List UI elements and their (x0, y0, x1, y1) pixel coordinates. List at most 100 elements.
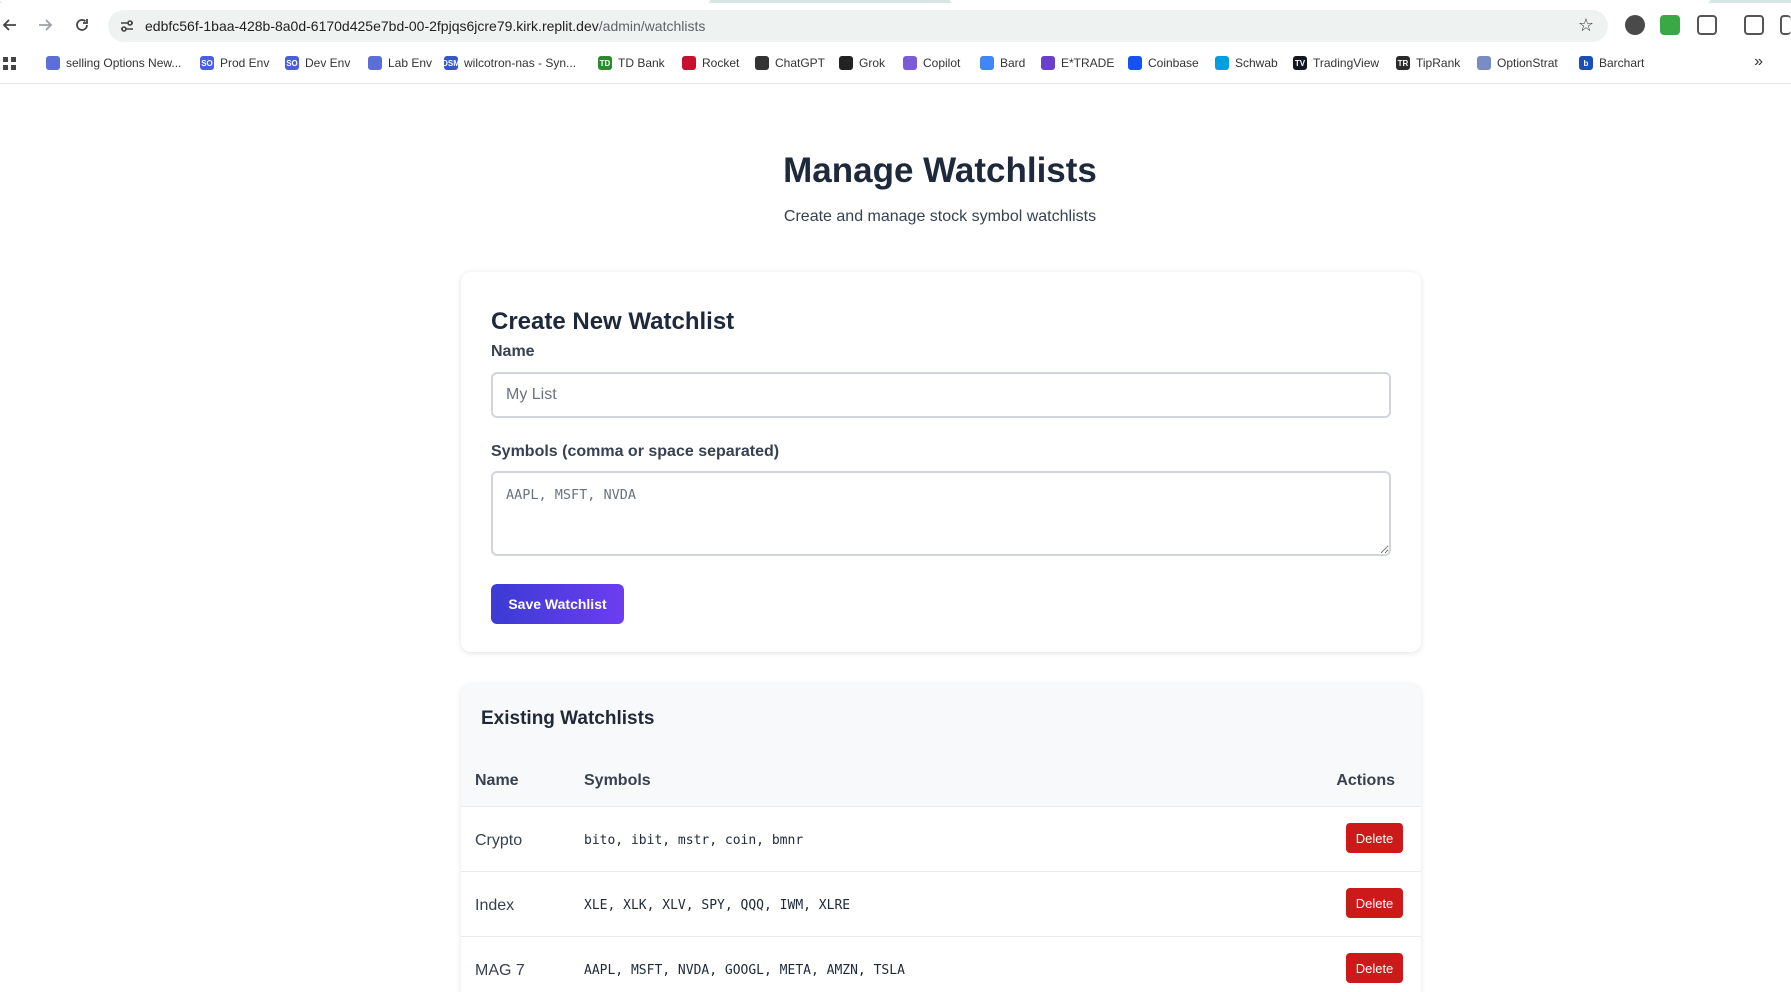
watchlist-symbols-cell: AAPL, MSFT, NVDA, GOOGL, META, AMZN, TSL… (584, 963, 905, 978)
bookmark-item[interactable]: Lab Env (368, 54, 432, 72)
bookmark-favicon-icon (980, 56, 994, 70)
page-title: Manage Watchlists (783, 151, 1097, 190)
bookmark-item[interactable]: selling Options New... (46, 54, 181, 72)
bookmark-item[interactable]: Bard (980, 54, 1025, 72)
bookmark-favicon-icon (682, 56, 696, 70)
table-row: Index XLE, XLK, XLV, SPY, QQQ, IWM, XLRE… (461, 871, 1421, 936)
address-bar[interactable]: edbfc56f-1baa-428b-8a0d-6170d425e7bd-00-… (108, 10, 1608, 42)
extensions-puzzle-icon[interactable] (1697, 15, 1717, 35)
bookmark-label: ChatGPT (775, 56, 826, 70)
bookmark-favicon-icon: SO (200, 56, 214, 70)
bookmark-favicon-icon: DSM (442, 56, 460, 70)
bookmark-label: TradingView (1313, 56, 1380, 70)
name-label: Name (491, 343, 535, 360)
browser-chrome: edbfc56f-1baa-428b-8a0d-6170d425e7bd-00-… (0, 0, 1791, 84)
reload-icon (76, 19, 88, 31)
bookmarks-bar: selling Options New... SO Prod Env SO Dev En… (0, 50, 1791, 76)
create-heading: Create New Watchlist (491, 308, 735, 335)
bookmark-favicon-icon: SO (285, 56, 299, 70)
extension-icon[interactable] (1660, 15, 1680, 35)
bookmark-favicon-icon: TR (1396, 56, 1410, 70)
bookmark-item[interactable]: SO Dev Env (285, 54, 350, 72)
bookmark-favicon-icon (839, 56, 853, 70)
bookmark-favicon-icon: TD (598, 56, 612, 70)
bookmark-item[interactable]: TD TD Bank (598, 54, 665, 72)
forward-arrow-icon (39, 19, 53, 31)
bookmark-label: Schwab (1235, 56, 1278, 70)
delete-button[interactable]: Delete (1346, 888, 1403, 918)
symbols-textarea[interactable] (491, 471, 1391, 556)
url-path: /admin/watchlists (598, 18, 706, 34)
bookmark-item[interactable]: Schwab (1215, 54, 1278, 72)
bookmark-item[interactable]: TR TipRank (1396, 54, 1460, 72)
bookmark-label: Barchart (1599, 56, 1645, 70)
bookmark-label: Dev Env (305, 56, 351, 70)
bookmark-item[interactable]: Rocket (682, 54, 739, 72)
existing-watchlists-card: Existing Watchlists Name Symbols Actions… (461, 684, 1421, 992)
watchlist-name-input[interactable] (491, 372, 1391, 418)
bookmark-item[interactable]: E*TRADE (1041, 54, 1114, 72)
bookmark-item[interactable]: Grok (839, 54, 885, 72)
site-settings-icon[interactable] (118, 17, 136, 35)
extension-icon[interactable] (1625, 15, 1645, 35)
bookmark-item[interactable]: SO Prod Env (200, 54, 269, 72)
tab-hint (0, 0, 710, 3)
bookmark-label: Bard (1000, 56, 1026, 70)
bookmark-label: Grok (859, 56, 886, 70)
bookmark-favicon-icon (1477, 56, 1491, 70)
back-arrow-icon (2, 19, 16, 31)
apps-grid-icon[interactable] (3, 57, 16, 70)
save-watchlist-button[interactable]: Save Watchlist (491, 584, 624, 624)
watchlist-name-cell: MAG 7 (475, 962, 525, 979)
delete-button[interactable]: Delete (1346, 823, 1403, 853)
bookmark-favicon-icon (46, 56, 60, 70)
bookmark-label: wilcotron-nas - Syn... (464, 56, 577, 70)
table-header: Name Symbols Actions (461, 772, 1421, 802)
existing-heading: Existing Watchlists (481, 708, 655, 729)
watchlist-symbols-cell: bito, ibit, mstr, coin, bmnr (584, 833, 804, 848)
url-text: edbfc56f-1baa-428b-8a0d-6170d425e7bd-00-… (145, 18, 705, 34)
bookmark-favicon-icon (368, 56, 382, 70)
bookmark-label: TipRank (1416, 56, 1461, 70)
bookmark-label: Rocket (702, 56, 740, 70)
bookmark-label: OptionStrat (1497, 56, 1558, 70)
bookmark-label: Prod Env (220, 56, 270, 70)
bookmark-item[interactable]: DSM wilcotron-nas - Syn... (442, 54, 577, 72)
delete-button[interactable]: Delete (1346, 953, 1403, 983)
bookmark-favicon-icon: TV (1293, 56, 1307, 70)
bookmark-favicon-icon (903, 56, 917, 70)
bookmark-label: Lab Env (388, 56, 433, 70)
watchlist-symbols-cell: XLE, XLK, XLV, SPY, QQQ, IWM, XLRE (584, 898, 851, 913)
reload-button[interactable] (70, 13, 94, 37)
bookmark-favicon-icon (1215, 56, 1229, 70)
column-header-name: Name (475, 772, 519, 789)
page-subtitle: Create and manage stock symbol watchlist… (783, 208, 1097, 225)
bookmark-item[interactable]: b Barchart (1579, 54, 1644, 72)
tab-strip-edge (0, 0, 1791, 3)
watchlist-name-cell: Crypto (475, 832, 523, 849)
url-host: edbfc56f-1baa-428b-8a0d-6170d425e7bd-00-… (145, 18, 599, 34)
bookmark-label: selling Options New... (66, 56, 182, 70)
bookmark-item[interactable]: TV TradingView (1293, 54, 1379, 72)
tab-hint (950, 0, 1710, 3)
bookmark-item[interactable]: Coinbase (1128, 54, 1199, 72)
table-row: Crypto bito, ibit, mstr, coin, bmnr Dele… (461, 806, 1421, 871)
bookmark-item[interactable]: ChatGPT (755, 54, 825, 72)
tab-search-icon[interactable] (1744, 15, 1764, 35)
bookmark-star-icon[interactable]: ☆ (1578, 15, 1594, 36)
side-panel-icon[interactable] (1780, 15, 1791, 35)
table-row: MAG 7 AAPL, MSFT, NVDA, GOOGL, META, AMZ… (461, 936, 1421, 992)
bookmark-label: E*TRADE (1061, 56, 1115, 70)
symbols-label: Symbols (comma or space separated) (491, 443, 780, 460)
bookmark-item[interactable]: OptionStrat (1477, 54, 1558, 72)
bookmark-label: Coinbase (1148, 56, 1199, 70)
bookmark-favicon-icon (1041, 56, 1055, 70)
watchlist-name-cell: Index (475, 897, 515, 914)
forward-button[interactable] (33, 13, 57, 37)
bookmark-favicon-icon: b (1579, 56, 1593, 70)
bookmark-label: TD Bank (618, 56, 665, 70)
back-button[interactable] (0, 13, 22, 37)
bookmark-item[interactable]: Copilot (903, 54, 960, 72)
bookmark-label: Copilot (923, 56, 961, 70)
more-bookmarks-icon[interactable]: » (1754, 53, 1763, 71)
